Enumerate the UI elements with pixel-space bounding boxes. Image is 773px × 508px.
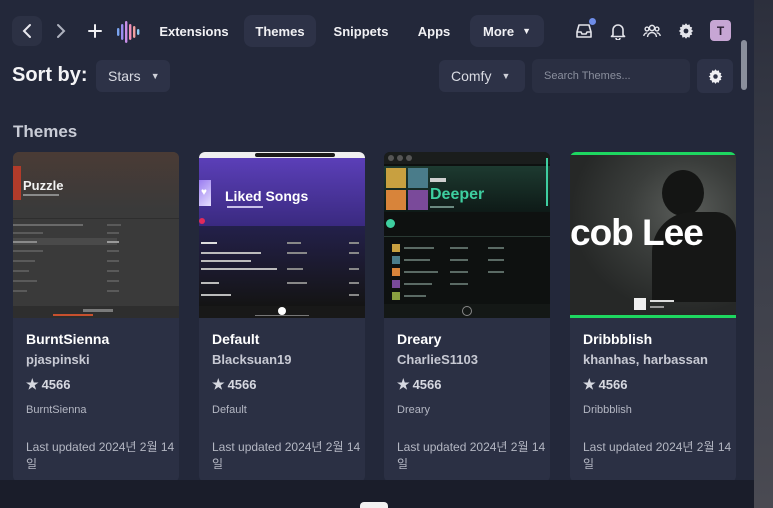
bell-icon [610,23,626,40]
tab-more[interactable]: More ▼ [470,15,544,47]
sort-dropdown[interactable]: Stars ▼ [96,60,170,92]
card-tag: Dribbblish [583,404,632,416]
search-input[interactable] [532,59,690,93]
caret-down-icon: ▼ [501,71,511,81]
star-count: 4566 [412,377,442,392]
caret-down-icon: ▼ [150,71,160,81]
theme-card-dribbblish[interactable]: cob Lee Dribbblish khanhas, harbassan ★ … [570,152,736,480]
community-button[interactable] [639,18,665,44]
preview-title: Deeper [430,186,485,203]
card-stars: ★ 4566 [212,376,256,393]
desktop-background [754,0,773,508]
theme-preview-image: ♥ Liked Songs [199,152,365,318]
tab-snippets-label: Snippets [333,23,389,39]
card-last-updated: Last updated 2024년 2월 14일 [397,440,546,471]
card-stars: ★ 4566 [26,376,70,393]
card-stars: ★ 4566 [583,376,627,393]
tab-apps[interactable]: Apps [408,15,460,47]
users-icon [643,24,661,38]
theme-preview-image: Deeper [384,152,550,318]
theme-preview-image: Puzzle [13,152,179,318]
settings-nav-button[interactable] [673,18,699,44]
notifications-button[interactable] [605,18,631,44]
settings-button[interactable] [697,59,733,93]
theme-card-default[interactable]: ♥ Liked Songs Default Blacksuan19 ★ 4566… [199,152,365,480]
theme-card-dreary[interactable]: Deeper Dreary CharlieS1103 ★ 4566 Dreary… [384,152,550,480]
avatar-initial: T [716,23,725,38]
gear-icon [708,68,722,84]
card-author: Blacksuan19 [212,352,292,367]
chevron-right-icon [57,24,66,38]
view-mode-dropdown[interactable]: Comfy ▼ [439,60,525,92]
heart-icon: ♥ [201,187,207,198]
card-title: Default [212,331,260,347]
taskbar-item[interactable] [360,502,388,508]
forward-button[interactable] [46,16,76,46]
star-icon: ★ [212,376,225,392]
card-title: Dreary [397,331,442,347]
view-mode-value: Comfy [451,68,492,84]
star-count: 4566 [227,377,257,392]
notification-dot [589,18,596,25]
app-logo-icon [117,21,140,43]
preview-title: cob Lee [570,212,704,253]
tab-extensions[interactable]: Extensions [152,15,236,47]
preview-title: Puzzle [23,178,64,193]
chevron-left-icon [22,24,31,38]
card-title: Dribbblish [583,331,653,347]
star-count: 4566 [598,377,628,392]
star-icon: ★ [26,376,39,392]
tab-more-label: More [483,23,515,39]
card-tag: Dreary [397,404,431,416]
star-icon: ★ [583,376,596,392]
sort-dropdown-value: Stars [108,68,141,84]
scrollbar-thumb[interactable] [741,40,747,90]
card-last-updated: Last updated 2024년 2월 14일 [26,440,175,471]
avatar[interactable]: T [710,20,731,41]
card-tag: Default [212,404,247,416]
tab-snippets[interactable]: Snippets [324,15,398,47]
caret-down-icon: ▼ [522,26,531,36]
add-button[interactable] [80,16,110,46]
plus-icon [88,24,102,38]
card-author: pjaspinski [26,352,90,367]
card-author: khanhas, harbassan [583,352,708,367]
sort-by-label: Sort by: [12,64,88,86]
tab-themes[interactable]: Themes [244,15,316,47]
card-last-updated: Last updated 2024년 2월 14일 [212,440,361,471]
theme-preview-image: cob Lee [570,152,736,318]
back-button[interactable] [12,16,42,46]
card-last-updated: Last updated 2024년 2월 14일 [583,440,732,471]
tab-extensions-label: Extensions [159,23,229,39]
gear-icon [678,23,694,39]
tab-apps-label: Apps [417,23,451,39]
card-author: CharlieS1103 [397,352,478,367]
card-tag: BurntSienna [26,404,87,416]
section-title: Themes [13,122,78,141]
preview-title: Liked Songs [225,188,309,204]
marketplace-window: Extensions Themes Snippets Apps More ▼ T [0,0,754,480]
star-icon: ★ [397,376,410,392]
card-title: BurntSienna [26,331,110,347]
theme-card-burntsienna[interactable]: Puzzle BurntSienna pjaspinski ★ 4566 Bur… [13,152,179,480]
top-nav: Extensions Themes Snippets Apps More ▼ T [0,0,740,62]
tab-themes-label: Themes [255,23,305,39]
card-stars: ★ 4566 [397,376,441,393]
inbox-icon [576,24,592,38]
star-count: 4566 [41,377,71,392]
